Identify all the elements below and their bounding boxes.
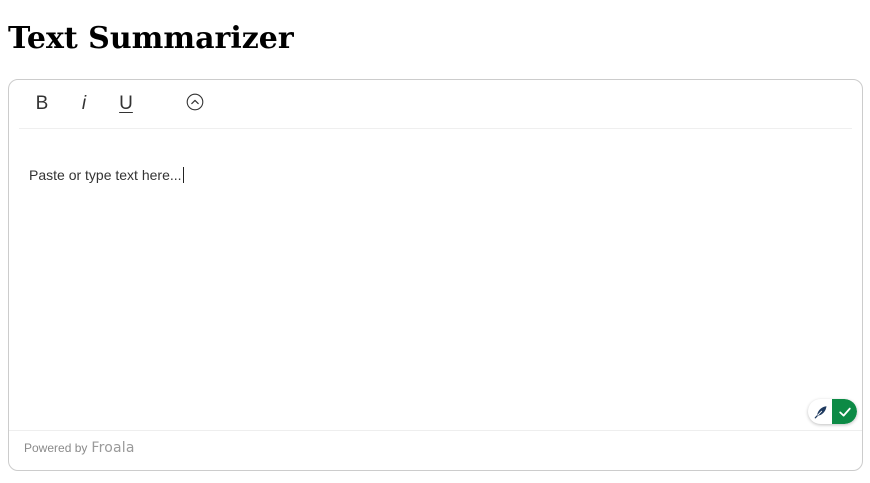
froala-logo: Froala — [91, 440, 135, 456]
check-icon[interactable] — [832, 399, 857, 424]
powered-by-link[interactable]: Powered by Froala — [24, 440, 135, 456]
underline-button[interactable]: U — [111, 89, 141, 119]
toolbar-divider — [19, 128, 852, 129]
page-title: Text Summarizer — [8, 21, 294, 56]
footer-divider — [9, 430, 862, 431]
editor-placeholder: Paste or type text here... — [29, 167, 182, 183]
editor-content-area[interactable]: Paste or type text here... — [9, 130, 862, 430]
editor-toolbar: B i U — [9, 80, 862, 130]
chevron-up-circle-icon — [186, 93, 204, 111]
feather-icon[interactable] — [811, 402, 830, 421]
grammar-checker-widget[interactable] — [808, 399, 857, 424]
rich-text-editor: B i U Paste or type text here... Powered… — [8, 79, 863, 471]
bold-button[interactable]: B — [27, 89, 57, 119]
italic-label: i — [81, 93, 87, 114]
bold-label: B — [35, 93, 49, 114]
text-cursor — [182, 167, 184, 183]
italic-button[interactable]: i — [69, 89, 99, 119]
underline-label: U — [119, 93, 133, 114]
powered-by-label: Powered by — [24, 441, 88, 455]
more-options-button[interactable] — [180, 87, 210, 117]
